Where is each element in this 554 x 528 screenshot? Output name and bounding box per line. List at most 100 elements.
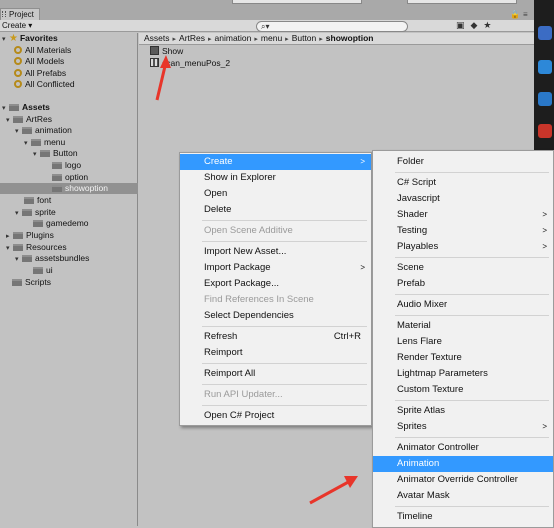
tree-item-artres[interactable]: ▾ ArtRes — [6, 114, 52, 125]
submenu-item-testing[interactable]: Testing > — [373, 223, 553, 239]
folder-icon — [9, 104, 19, 111]
tree-item-assetsbundles[interactable]: ▾ assetsbundles — [15, 253, 89, 264]
tree-item-scripts[interactable]: Scripts — [12, 277, 51, 288]
submenu-item-folder[interactable]: Folder — [373, 154, 553, 170]
menu-item-reimport-all[interactable]: Reimport All — [180, 366, 371, 382]
project-toolbar: Create ▾ ⌕▾ ▣◆★ — [0, 20, 534, 32]
asset-item-scan[interactable]: scan_menuPos_2 — [150, 58, 230, 69]
tree-item-gamedemo[interactable]: gamedemo — [33, 218, 89, 229]
submenu-item-scene[interactable]: Scene — [373, 260, 553, 276]
tree-item-font[interactable]: font — [24, 195, 51, 206]
favorites-item[interactable]: All Materials — [14, 45, 71, 56]
submenu-item-audio-mixer[interactable]: Audio Mixer — [373, 297, 553, 313]
search-filter-icon — [14, 57, 22, 65]
expand-triangle-icon[interactable]: ▾ — [24, 138, 31, 149]
submenu-item-render-texture[interactable]: Render Texture — [373, 350, 553, 366]
submenu-item-prefab[interactable]: Prefab — [373, 276, 553, 292]
collapse-triangle-icon[interactable]: ▸ — [6, 231, 13, 242]
tree-item-assets[interactable]: ▾ Assets — [2, 102, 50, 113]
tree-item-menu[interactable]: ▾ menu — [24, 137, 65, 148]
tree-item-animation[interactable]: ▾ animation — [15, 125, 72, 136]
submenu-item-javascript[interactable]: Javascript — [373, 191, 553, 207]
breadcrumb-item[interactable]: ArtRes — [179, 33, 205, 43]
tree-item-logo[interactable]: logo — [52, 160, 81, 171]
submenu-item-csharp-script[interactable]: C# Script — [373, 175, 553, 191]
expand-triangle-icon[interactable]: ▾ — [15, 254, 22, 265]
app-icon[interactable] — [538, 60, 552, 74]
favorites-header[interactable]: ▾ ★ Favorites — [2, 33, 58, 44]
submenu-item-lightmap-parameters[interactable]: Lightmap Parameters — [373, 366, 553, 382]
menu-item-reimport[interactable]: Reimport — [180, 345, 371, 361]
submenu-item-animation[interactable]: Animation — [373, 456, 553, 472]
tree-item-showoption[interactable]: showoption — [0, 183, 138, 194]
favorites-item[interactable]: All Conflicted — [14, 79, 75, 90]
folder-icon — [33, 220, 43, 227]
chevron-right-icon: ▸ — [319, 36, 323, 43]
search-filter-icon — [14, 69, 22, 77]
tree-item-resources[interactable]: ▾ Resources — [6, 242, 67, 253]
search-input[interactable]: ⌕▾ — [256, 21, 408, 32]
menu-item-open[interactable]: Open — [180, 186, 371, 202]
asset-item-show[interactable]: Show — [150, 46, 183, 57]
tree-item-ui[interactable]: ui — [33, 265, 53, 276]
breadcrumb-item[interactable]: Assets — [144, 33, 170, 43]
breadcrumb-item[interactable]: Button — [292, 33, 317, 43]
app-icon[interactable] — [538, 26, 552, 40]
toolbar-filter-icons[interactable]: ▣◆★ — [456, 20, 498, 31]
menu-item-refresh[interactable]: Refresh Ctrl+R — [180, 329, 371, 345]
menu-separator — [395, 294, 549, 295]
menu-item-import-new-asset[interactable]: Import New Asset... — [180, 244, 371, 260]
breadcrumb-item-current[interactable]: showoption — [326, 33, 374, 43]
submenu-item-animator-override-controller[interactable]: Animator Override Controller — [373, 472, 553, 488]
expand-triangle-icon[interactable]: ▾ — [33, 149, 40, 160]
submenu-item-shader[interactable]: Shader > — [373, 207, 553, 223]
top-panel-field[interactable] — [232, 0, 362, 4]
top-panel-field-2[interactable] — [407, 0, 517, 4]
submenu-item-sprite-atlas[interactable]: Sprite Atlas — [373, 403, 553, 419]
tree-item-option[interactable]: option — [52, 172, 88, 183]
expand-triangle-icon[interactable]: ▾ — [6, 243, 13, 254]
create-dropdown-button[interactable]: Create ▾ — [0, 20, 34, 31]
folder-icon — [12, 279, 22, 286]
submenu-item-animator-controller[interactable]: Animator Controller — [373, 440, 553, 456]
menu-item-import-package[interactable]: Import Package > — [180, 260, 371, 276]
tree-item-plugins[interactable]: ▸ Plugins — [6, 230, 54, 241]
folder-icon — [13, 116, 23, 123]
menu-item-open-csharp-project[interactable]: Open C# Project — [180, 408, 371, 424]
search-icon: ⌕▾ — [261, 22, 270, 31]
menu-item-create[interactable]: Create > — [180, 154, 371, 170]
submenu-item-custom-texture[interactable]: Custom Texture — [373, 382, 553, 398]
chevron-right-icon: > — [542, 422, 547, 431]
tab-project[interactable]: Project — [0, 8, 40, 20]
folder-tree-panel: ▾ ★ Favorites All Materials All Models All… — [0, 33, 138, 526]
expand-triangle-icon[interactable]: ▾ — [6, 115, 13, 126]
submenu-item-timeline[interactable]: Timeline — [373, 509, 553, 525]
app-icon[interactable] — [538, 92, 552, 106]
menu-item-delete[interactable]: Delete — [180, 202, 371, 218]
app-icon[interactable] — [538, 124, 552, 138]
expand-triangle-icon[interactable]: ▾ — [15, 126, 22, 137]
favorites-item[interactable]: All Prefabs — [14, 68, 66, 79]
submenu-item-sprites[interactable]: Sprites > — [373, 419, 553, 435]
submenu-item-lens-flare[interactable]: Lens Flare — [373, 334, 553, 350]
menu-separator — [202, 363, 367, 364]
search-filter-icon — [14, 46, 22, 54]
menu-separator — [395, 506, 549, 507]
breadcrumb-item[interactable]: menu — [261, 33, 282, 43]
submenu-item-playables[interactable]: Playables > — [373, 239, 553, 255]
menu-item-export-package[interactable]: Export Package... — [180, 276, 371, 292]
expand-triangle-icon[interactable]: ▾ — [15, 208, 22, 219]
breadcrumb-item[interactable]: animation — [215, 33, 252, 43]
submenu-item-avatar-mask[interactable]: Avatar Mask — [373, 488, 553, 504]
tree-item-sprite[interactable]: ▾ sprite — [15, 207, 56, 218]
expand-triangle-icon[interactable]: ▾ — [2, 34, 9, 45]
submenu-item-material[interactable]: Material — [373, 318, 553, 334]
folder-icon — [40, 150, 50, 157]
tree-item-button[interactable]: ▾ Button — [33, 148, 78, 159]
favorites-item[interactable]: All Models — [14, 56, 64, 67]
folder-icon — [52, 174, 62, 181]
menu-item-select-dependencies[interactable]: Select Dependencies — [180, 308, 371, 324]
menu-item-show-in-explorer[interactable]: Show in Explorer — [180, 170, 371, 186]
expand-triangle-icon[interactable]: ▾ — [2, 103, 9, 114]
panel-options-icons[interactable]: 🔒≡ — [510, 10, 531, 19]
